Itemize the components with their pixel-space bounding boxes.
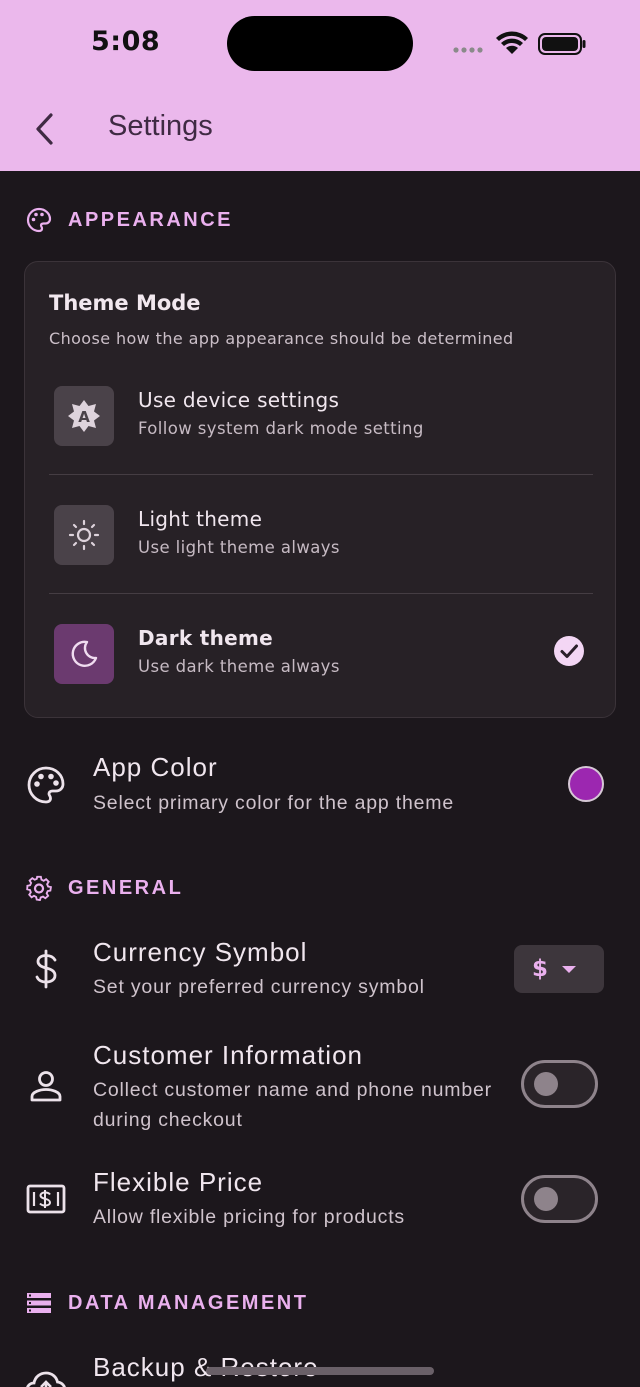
icon-tile [54,505,114,565]
moon-icon [71,640,98,667]
divider [49,593,593,594]
status-icons [453,31,586,55]
section-label: APPEARANCE [68,208,234,231]
icon-tile [54,624,114,684]
row-description: Collect customer name and phone number d… [93,1079,492,1131]
icon-slot [24,763,68,807]
theme-mode-card: Theme Mode Choose how the app appearance… [24,261,616,718]
customer-info-toggle[interactable] [521,1060,598,1108]
check-circle-icon [554,636,584,666]
section-label: DATA MANAGEMENT [68,1291,309,1314]
option-label: Use device settings [138,388,340,412]
cellular-signal-icon [453,47,483,53]
option-description: Follow system dark mode setting [138,419,424,438]
icon-slot [24,1177,68,1221]
icon-slot [24,1364,68,1387]
section-label: GENERAL [68,876,184,899]
section-appearance: APPEARANCE [26,207,233,233]
status-time: 5:08 [91,26,161,57]
storage-icon [27,1293,51,1313]
color-swatch[interactable] [568,766,604,802]
svg-text:A: A [78,408,90,426]
price-tag-icon [26,1184,66,1214]
row-description: Set your preferred currency symbol [93,976,425,998]
card-subtitle: Choose how the app appearance should be … [49,329,514,348]
page-title: Settings [108,110,213,142]
palette-icon [27,766,65,804]
sun-icon [68,519,100,551]
cloud-upload-icon [26,1371,66,1387]
icon-slot [24,947,68,991]
battery-icon [538,33,586,55]
dollar-icon [35,949,57,989]
row-title: Flexible Price [93,1167,264,1197]
row-title: Currency Symbol [93,937,308,967]
home-indicator[interactable] [206,1367,434,1375]
option-description: Use dark theme always [138,657,340,676]
toggle-knob [534,1187,558,1211]
caret-down-icon [562,965,577,973]
option-label: Light theme [138,507,263,531]
palette-icon [26,207,52,233]
row-description: Allow flexible pricing for products [93,1206,405,1228]
customer-information-row[interactable]: Customer Information Collect customer na… [0,1038,640,1138]
row-title: App Color [93,752,218,782]
card-title: Theme Mode [49,291,201,315]
row-description: Select primary color for the app theme [93,792,454,814]
gear-icon [26,875,52,901]
row-title: Customer Information [93,1040,363,1070]
option-label: Dark theme [138,626,273,650]
chevron-left-icon [36,113,53,145]
theme-option-dark[interactable]: Dark theme Use dark theme always [49,620,593,720]
section-data-management: DATA MANAGEMENT [26,1291,308,1315]
toggle-knob [534,1072,558,1096]
currency-symbol-row[interactable]: Currency Symbol Set your preferred curre… [0,935,640,1005]
wifi-icon [496,31,528,54]
section-general: GENERAL [26,875,183,901]
theme-option-light[interactable]: Light theme Use light theme always [49,501,593,601]
person-icon [30,1071,62,1102]
divider [49,474,593,475]
dropdown-value: $ [532,956,549,982]
icon-slot [24,1064,68,1108]
option-description: Use light theme always [138,538,340,557]
back-button[interactable] [22,104,66,154]
icon-tile: A [54,386,114,446]
app-color-row[interactable]: App Color Select primary color for the a… [0,750,640,822]
currency-dropdown[interactable]: $ [514,945,604,993]
auto-brightness-icon: A [68,400,100,432]
theme-option-device[interactable]: A Use device settings Follow system dark… [49,382,593,482]
app-bar: 5:08 Settings [0,0,640,171]
flexible-price-toggle[interactable] [521,1175,598,1223]
flexible-price-row[interactable]: Flexible Price Allow flexible pricing fo… [0,1165,640,1235]
dynamic-island [227,16,413,71]
